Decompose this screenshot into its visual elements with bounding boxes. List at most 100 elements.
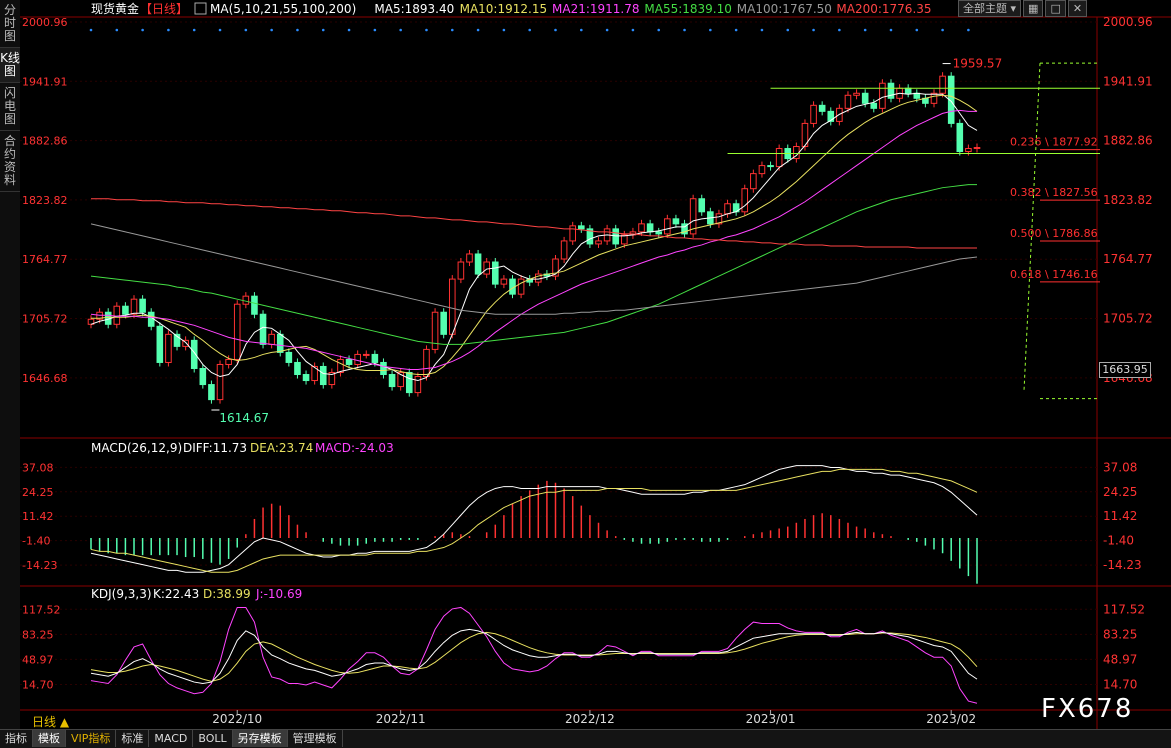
kdj-tick-label-left-0: 117.52 [22,603,61,616]
price-tick-label-2: 1882.86 [1103,134,1153,148]
close-icon[interactable]: ✕ [1067,0,1088,17]
kdj-tick-label-1: 83.25 [1103,627,1137,641]
candle-body-57 [578,225,585,230]
maximize-icon[interactable]: □ [1045,0,1066,17]
tab-macd[interactable]: MACD [149,730,194,747]
candle-body-66 [655,231,663,235]
candle-body-8 [156,325,164,363]
candle-body-24 [294,361,301,376]
price-tick-label-4: 1764.77 [1103,252,1153,266]
candle-body-43 [457,261,465,280]
candle-body-16 [225,358,232,365]
macd-tick-label-1: 24.25 [1103,485,1137,499]
candle-body-20 [259,313,267,345]
candle-body-37 [405,372,413,394]
candle-body-85 [818,104,826,112]
tab-standard[interactable]: 标准 [116,730,150,747]
candle-body-76 [741,188,749,213]
kdj-tick-label-0: 117.52 [1103,602,1145,616]
signal-dot [141,28,144,32]
candle-body-34 [380,361,387,376]
candle-body-56 [569,225,577,242]
candle-body-89 [853,92,860,96]
price-tick-label-3: 1823.82 [1103,193,1153,207]
signal-dot [812,28,815,32]
signal-dot [554,28,557,32]
tab-boll[interactable]: BOLL [193,730,233,747]
candle-body-35 [388,374,396,388]
signal-dot [167,28,170,32]
candle-body-18 [242,295,250,305]
signal-dot [863,28,867,32]
signal-dot [709,28,712,32]
ma-legend-5: MA100:1767.50 [737,2,832,16]
candle-body-3 [113,305,121,325]
candle-body-102 [965,148,972,153]
candle-body-71 [698,198,706,213]
grid-icon[interactable]: ▦ [1023,0,1044,17]
signal-dot [760,28,764,32]
tab-template[interactable]: 模板 [33,730,66,747]
tab-vip-indicator[interactable]: VIP指标 [66,730,117,747]
candle-body-38 [414,376,422,394]
chart-area[interactable]: 现货黄金 【日线】 MA(5,10,21,55,100,200) MA5:1893.4… [0,0,1171,729]
fib-label-3: 0.618 \ 1746.16 [1010,268,1098,281]
tab-indicator[interactable]: 指标 [0,730,33,747]
candle-body-23 [285,351,293,363]
candle-body-92 [879,82,886,109]
signal-dot [657,28,661,32]
candle-body-5 [130,298,138,315]
candle-body-45 [474,253,482,275]
period-selector[interactable]: 日线 ▲ [32,713,69,730]
candle-body-50 [517,278,525,295]
macd-tick-label-left-0: 37.08 [22,461,54,474]
kdj-legend-title: KDJ(9,3,3) [91,587,152,601]
date-tick-label-4: 2023/02 [926,712,976,726]
signal-dot [450,28,454,32]
signal-dot [347,28,351,32]
signal-dot [683,28,686,32]
macd-tick-label-3: -1.40 [1103,534,1134,548]
candle-body-98 [930,92,938,104]
signal-dot [270,28,273,32]
candle-body-48 [500,278,508,285]
price-tick-label-left-6: 1646.68 [22,372,68,385]
candle-body-14 [208,384,215,401]
candle-body-21 [268,333,275,345]
candle-body-13 [199,367,207,386]
signal-dot [838,28,841,32]
price-tick-label-left-4: 1764.77 [22,253,68,266]
ma-legend-0: MA(5,10,21,55,100,200) [210,2,356,16]
macd-tick-label-2: 11.42 [1103,509,1137,523]
signal-dot [941,28,944,32]
candle-body-67 [664,218,671,235]
candle-body-79 [767,165,774,168]
candle-body-101 [956,122,964,153]
price-tick-label-left-0: 2000.96 [22,16,68,29]
signal-dot [115,28,119,32]
price-tick-label-left-3: 1823.82 [22,194,68,207]
signal-dot [89,28,93,32]
candle-body-25 [302,374,310,382]
candle-body-46 [483,261,490,275]
tab-save-template[interactable]: 另存模板 [232,730,288,747]
candle-body-91 [870,102,878,109]
candle-body-64 [638,223,645,233]
candle-body-88 [844,94,852,109]
ma-legend-2: MA10:1912.15 [460,2,547,16]
top-toolbar: 全部主题 ▾ ▦ □ ✕ [958,0,1088,17]
candle-body-7 [147,311,155,327]
price-tick-label-left-2: 1882.86 [22,135,68,148]
price-tick-label-0: 2000.96 [1103,15,1153,29]
macd-tick-label-left-4: -14.23 [22,559,57,572]
candle-body-39 [423,348,430,378]
current-price-tag: 1663.95 [1099,362,1151,378]
bottom-toolbar: 指标 模板 VIP指标 标准 MACD BOLL 另存模板 管理模板 [0,729,1171,748]
kdj-legend-j: J:-10.69 [255,587,302,601]
candle-body-68 [672,218,680,225]
theme-select[interactable]: 全部主题 ▾ [958,0,1022,17]
candle-body-78 [758,165,766,175]
candle-body-41 [440,311,447,335]
kdj-legend-k: K:22.43 [153,587,199,601]
tab-manage-template[interactable]: 管理模板 [288,730,343,747]
